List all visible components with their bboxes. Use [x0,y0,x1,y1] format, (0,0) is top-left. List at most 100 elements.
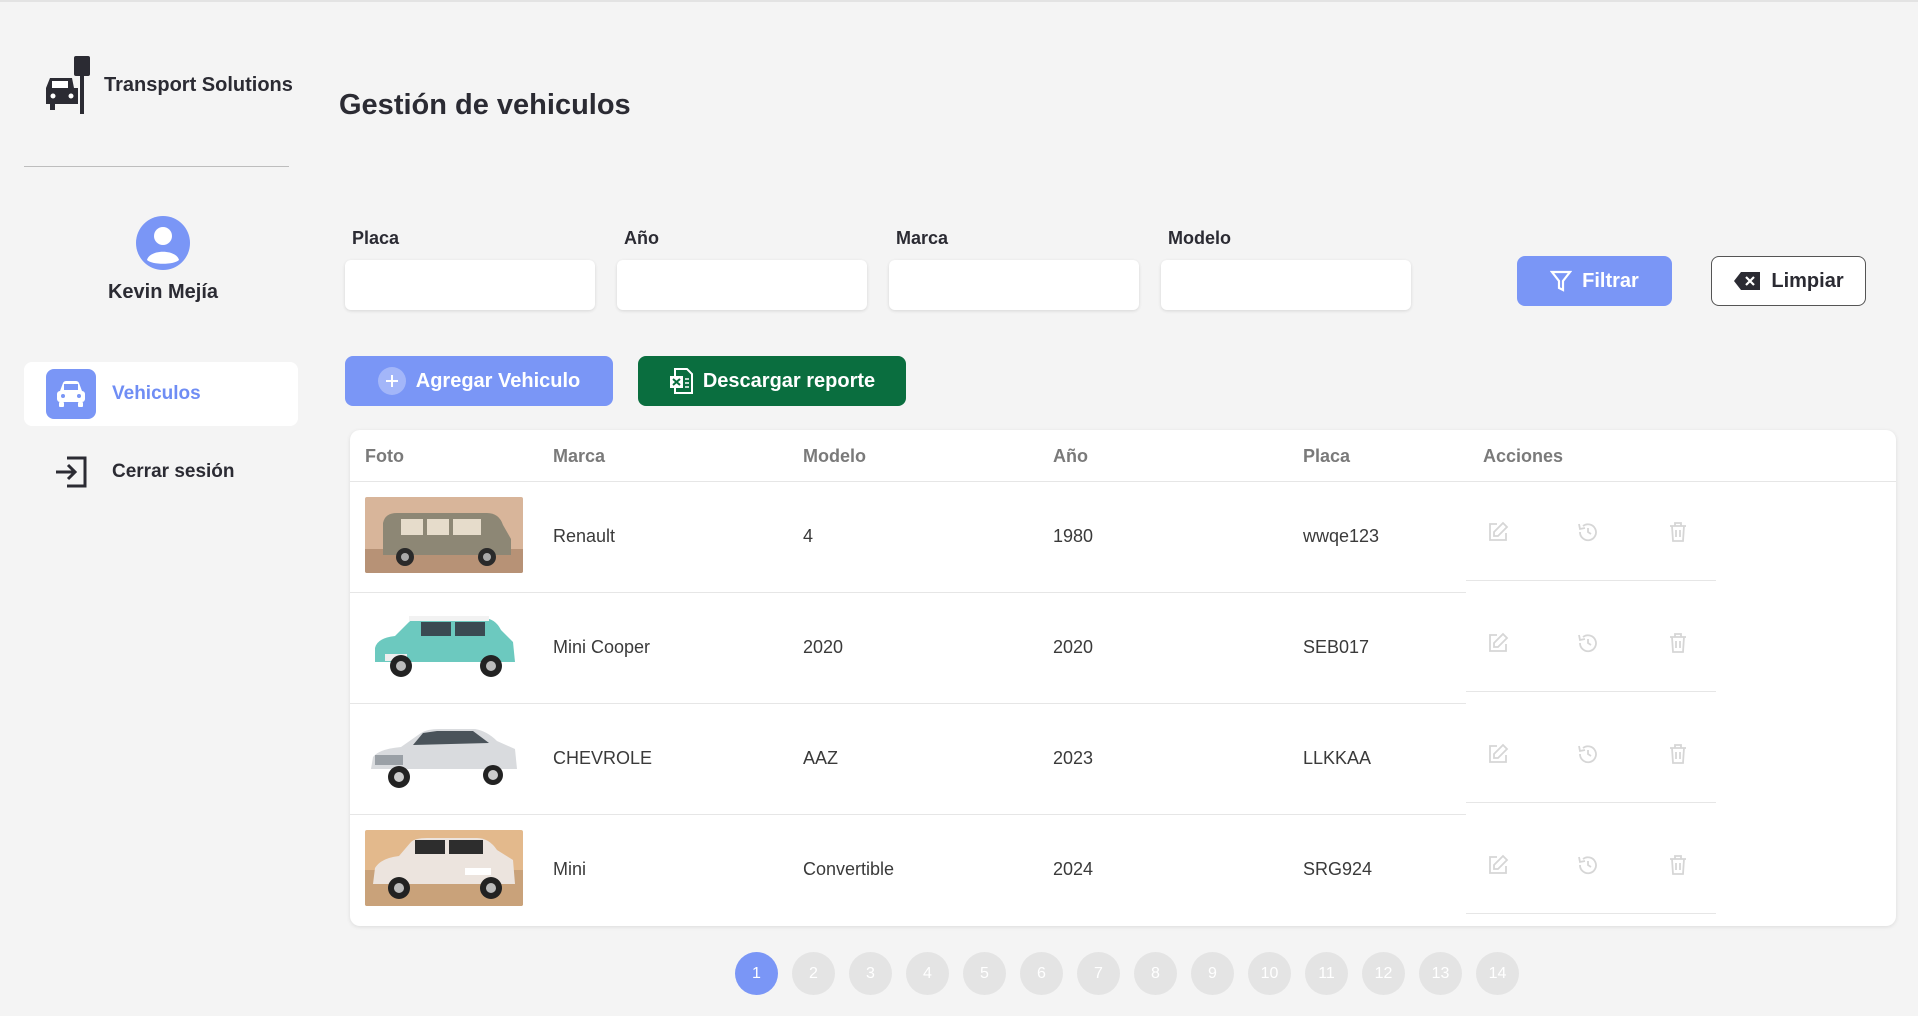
filter-label: Año [624,228,659,248]
page-button[interactable]: 4 [906,952,949,995]
trash-icon[interactable] [1666,853,1690,877]
table-row: CHEVROLE AAZ 2023 LLKKAA [350,704,1896,815]
page-button[interactable]: 9 [1191,952,1234,995]
user-name: Kevin Mejía [107,281,219,303]
filter-anio: Año [617,228,867,310]
vehicle-photo [365,608,523,684]
modelo-input[interactable] [1161,260,1411,310]
history-icon[interactable] [1576,853,1600,877]
excel-icon [669,368,693,394]
placa-input[interactable] [345,260,595,310]
page-button[interactable]: 5 [963,952,1006,995]
user-profile: Kevin Mejía [24,216,302,304]
column-header-marca: Marca [553,446,606,466]
cell-modelo: 2020 [803,637,844,657]
car-icon [46,369,96,419]
page-button[interactable]: 12 [1362,952,1405,995]
add-vehicle-label: Agregar Vehiculo [415,369,581,392]
funnel-icon [1550,270,1573,292]
page-button[interactable]: 1 [735,952,778,995]
app-name: Transport Solutions [104,73,293,96]
page-button[interactable]: 8 [1134,952,1177,995]
cell-anio: 2020 [1053,637,1094,657]
history-icon[interactable] [1576,631,1600,655]
anio-input[interactable] [617,260,867,310]
edit-icon[interactable] [1486,853,1510,877]
cell-modelo: Convertible [803,859,895,879]
row-divider [1466,913,1716,914]
cell-modelo: AAZ [803,748,839,768]
table-row: Mini Convertible 2024 SRG924 [350,815,1896,926]
pagination: 1 2 3 4 5 6 7 8 9 10 11 12 13 14 [735,952,1519,995]
filter-button-label: Filtrar [1582,269,1639,292]
cell-marca: CHEVROLE [553,748,653,768]
column-header-anio: Año [1053,446,1088,466]
row-divider [1466,580,1716,581]
table-header: Foto Marca Modelo Año Placa Acciones [350,430,1896,482]
vehicles-table: Foto Marca Modelo Año Placa Acciones Ren… [350,430,1896,926]
vehicle-photo [365,497,523,573]
row-divider [1466,802,1716,803]
download-report-button[interactable]: Descargar reporte [638,356,906,406]
page-button[interactable]: 13 [1419,952,1462,995]
row-divider [1466,691,1716,692]
filter-button[interactable]: Filtrar [1517,256,1672,306]
vehicle-photo [365,719,523,795]
user-avatar-icon [136,216,190,270]
table-row: Mini Cooper 2020 2020 SEB017 [350,593,1896,704]
filter-modelo: Modelo [1161,228,1411,310]
page-button[interactable]: 11 [1305,952,1348,995]
sidebar-divider [24,166,289,167]
clear-button[interactable]: Limpiar [1711,256,1866,306]
truck-logo-icon [46,56,90,114]
filter-label: Modelo [1168,228,1231,248]
filter-placa: Placa [345,228,595,310]
filter-marca: Marca [889,228,1139,310]
clear-button-label: Limpiar [1771,269,1844,292]
edit-icon[interactable] [1486,631,1510,655]
sidebar-item-label: Vehiculos [112,383,201,404]
cell-anio: 1980 [1053,526,1094,546]
page-button[interactable]: 7 [1077,952,1120,995]
vehicle-photo [365,830,523,906]
page-button[interactable]: 6 [1020,952,1063,995]
sidebar-item-label: Cerrar sesión [112,461,235,482]
plus-icon [377,367,406,395]
backspace-icon [1734,272,1761,290]
history-icon[interactable] [1576,520,1600,544]
history-icon[interactable] [1576,742,1600,766]
cell-placa: SEB017 [1303,637,1370,657]
table-row: Renault 4 1980 wwqe123 [350,482,1896,593]
trash-icon[interactable] [1666,742,1690,766]
sidebar: Transport Solutions Kevin Mejía Vehiculo… [0,2,314,1016]
cell-anio: 2023 [1053,748,1094,768]
trash-icon[interactable] [1666,520,1690,544]
add-vehicle-button[interactable]: Agregar Vehiculo [345,356,613,406]
page-button[interactable]: 10 [1248,952,1291,995]
trash-icon[interactable] [1666,631,1690,655]
edit-icon[interactable] [1486,520,1510,544]
column-header-modelo: Modelo [803,446,866,466]
cell-placa: SRG924 [1303,859,1373,879]
cell-placa: wwqe123 [1303,526,1380,546]
page-title: Gestión de vehiculos [339,89,631,121]
app-logo[interactable]: Transport Solutions [44,54,293,116]
marca-input[interactable] [889,260,1139,310]
sidebar-item-vehiculos[interactable]: Vehiculos [24,362,298,426]
edit-icon[interactable] [1486,742,1510,766]
cell-anio: 2024 [1053,859,1094,879]
filter-label: Placa [352,228,400,248]
cell-marca: Mini [553,859,587,879]
logout-icon [46,447,96,497]
column-header-placa: Placa [1303,446,1351,466]
page-button[interactable]: 3 [849,952,892,995]
page-button[interactable]: 2 [792,952,835,995]
column-header-acciones: Acciones [1483,446,1564,466]
column-header-foto: Foto [365,446,404,466]
sidebar-item-logout[interactable]: Cerrar sesión [24,440,298,504]
cell-placa: LLKKAA [1303,748,1372,768]
download-report-label: Descargar reporte [702,369,876,392]
filter-label: Marca [896,228,949,248]
cell-marca: Renault [553,526,616,546]
page-button[interactable]: 14 [1476,952,1519,995]
